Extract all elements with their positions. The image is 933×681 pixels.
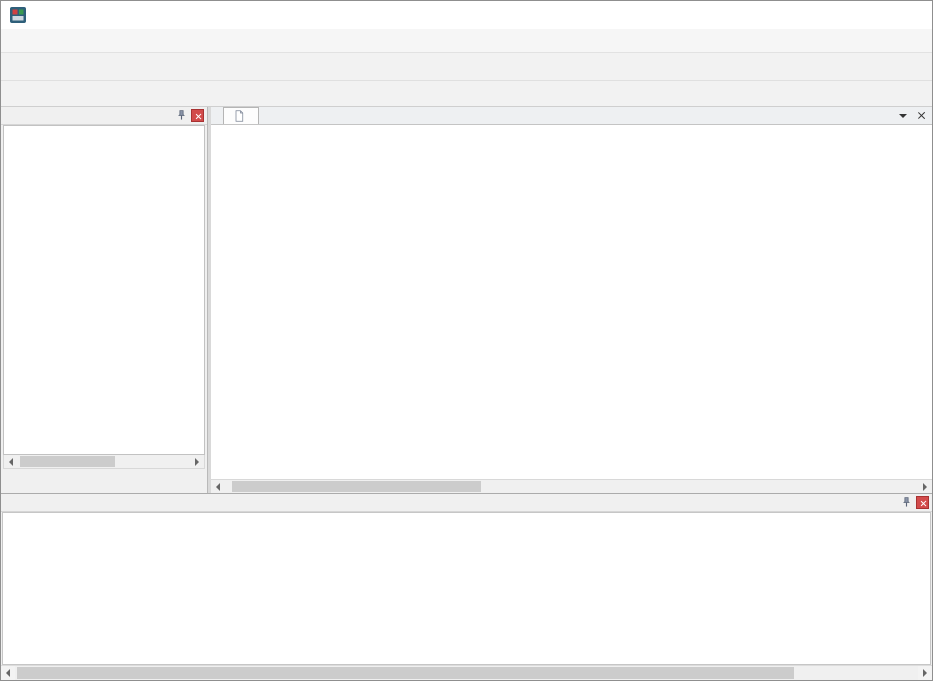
menu-bar [1, 29, 932, 53]
project-tree[interactable] [3, 125, 205, 455]
code-editor[interactable] [211, 125, 932, 479]
close-panel-button[interactable] [916, 496, 929, 509]
project-panel-header [1, 107, 207, 125]
file-icon [233, 110, 245, 122]
scroll-left-arrow[interactable] [4, 455, 18, 468]
scroll-right-arrow[interactable] [918, 666, 932, 680]
scroll-left-arrow[interactable] [211, 480, 225, 493]
pin-icon[interactable] [174, 109, 188, 123]
editor-tab-bar [211, 107, 932, 125]
main-area [1, 107, 932, 493]
scroll-thumb[interactable] [20, 456, 115, 467]
editor-hscrollbar[interactable] [211, 479, 932, 493]
title-bar [1, 1, 932, 29]
pin-icon[interactable] [899, 496, 913, 510]
scroll-right-arrow[interactable] [190, 455, 204, 468]
project-panel [1, 107, 208, 493]
window-hscrollbar[interactable] [1, 665, 932, 680]
close-document-button[interactable] [917, 111, 926, 120]
app-icon [9, 6, 27, 24]
main-window [0, 0, 933, 681]
scroll-right-arrow[interactable] [918, 480, 932, 493]
scroll-track[interactable] [18, 455, 190, 468]
scroll-thumb[interactable] [232, 481, 481, 492]
scroll-left-arrow[interactable] [1, 666, 15, 680]
scroll-track[interactable] [15, 666, 918, 680]
toolbar-build [1, 81, 932, 107]
close-panel-button[interactable] [191, 109, 204, 122]
toolbar-main [1, 53, 932, 81]
scroll-thumb[interactable] [17, 667, 794, 679]
document-list-dropdown-icon[interactable] [899, 114, 907, 122]
build-output-lines[interactable] [2, 512, 931, 665]
build-output-panel [1, 493, 932, 665]
build-output-header [1, 494, 932, 512]
scroll-track[interactable] [225, 480, 918, 493]
project-panel-tabs [1, 469, 207, 493]
editor-area [211, 107, 932, 493]
editor-tab-led-blinkinng[interactable] [223, 107, 259, 124]
project-tree-hscrollbar[interactable] [3, 455, 205, 469]
